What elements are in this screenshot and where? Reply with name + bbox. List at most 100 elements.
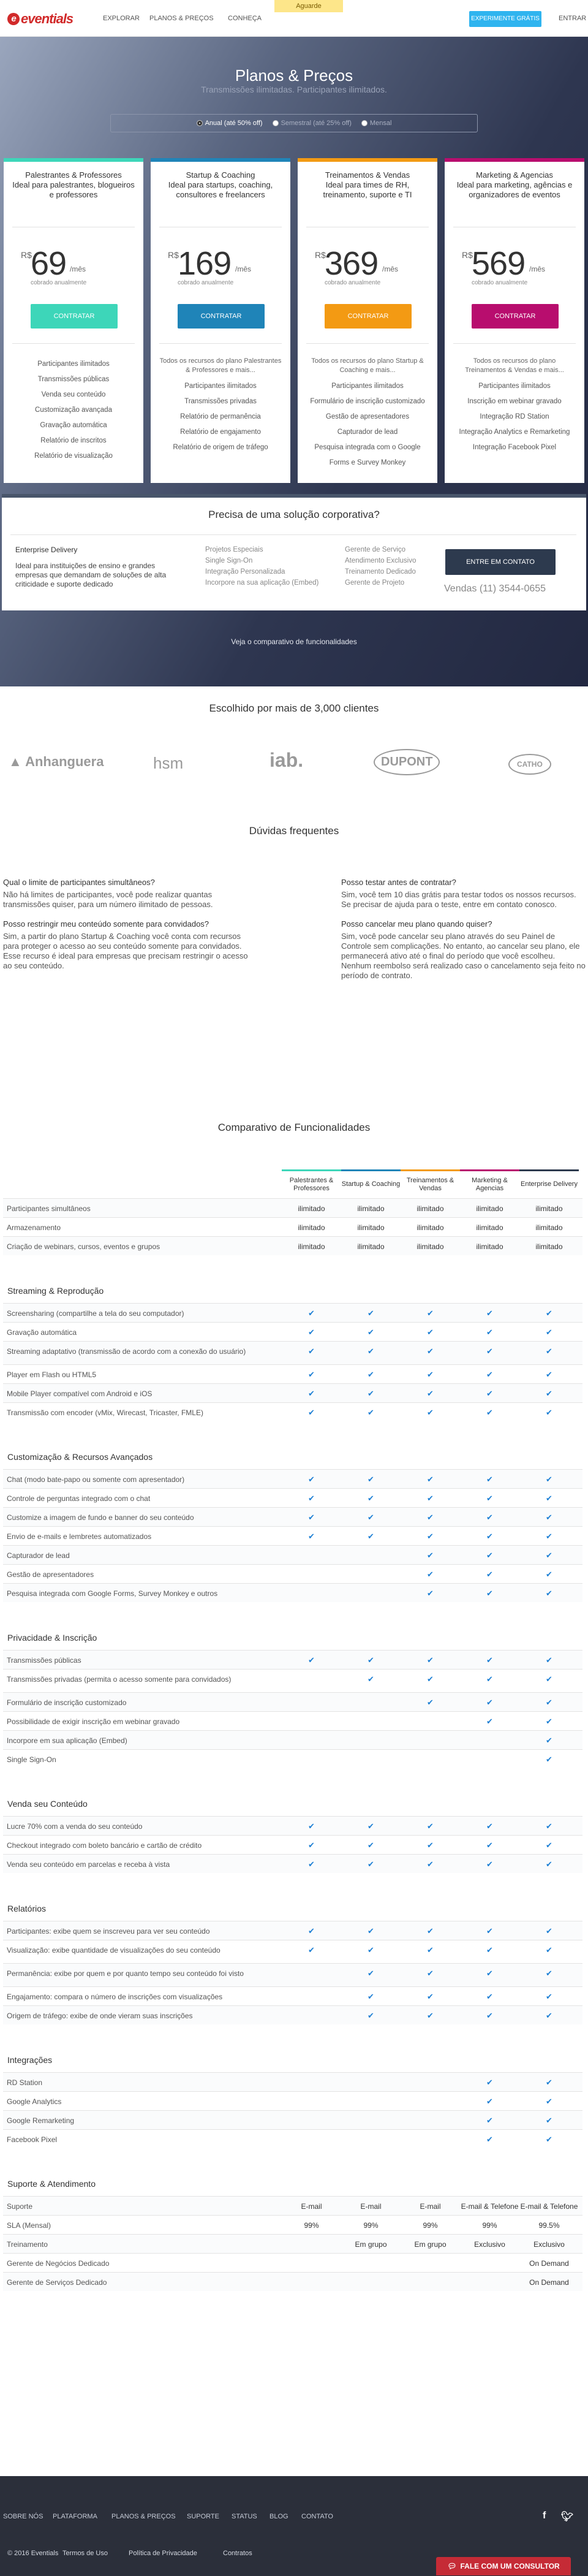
check-icon: ✔ [546,1370,552,1379]
feature-value [282,2130,341,2148]
facebook-icon[interactable]: f [543,2510,546,2521]
faq-question: Posso testar antes de contratar? [341,878,456,887]
hsm-logo: hsm [153,754,184,772]
contratar-button[interactable]: CONTRATAR [325,304,412,329]
check-icon: ✔ [546,1328,552,1337]
check-icon: ✔ [486,1370,493,1379]
feature-value [460,1731,519,1749]
check-icon: ✔ [368,1969,374,1978]
feature-value [341,2111,401,2129]
feature-label: Origem de tráfego: exibe de onde vieram … [7,2012,193,2020]
check-icon: ✔ [546,2078,552,2087]
plan-feature: Gravação automática [40,422,107,429]
check-icon: ✔ [308,1841,315,1850]
check-icon: ✔ [308,1370,315,1379]
check-icon: ✔ [486,1822,493,1831]
billing-semiannual-option[interactable]: Semestral (até 25% off) [272,120,352,127]
check-icon: ✔ [427,1589,434,1598]
check-icon: ✔ [427,1674,434,1684]
comparison-row: Incorpore em sua aplicação (Embed) ✔ [3,1730,582,1749]
check-icon: ✔ [368,1513,374,1522]
plan-period: /mês [529,265,546,273]
check-icon: ✔ [427,1841,434,1850]
footer-link-planos[interactable]: PLANOS & PREÇOS [111,2513,176,2520]
contact-button[interactable]: ENTRE EM CONTATO [445,549,556,575]
check-icon: ✔ [546,2097,552,2106]
twitter-icon[interactable]: 🐦︎ [561,2510,573,2523]
divider [453,343,576,344]
compare-features-link[interactable]: Veja o comparativo de funcionalidades [0,637,588,646]
footer-link-sobre[interactable]: SOBRE NÓS [3,2513,43,2520]
check-icon: ✔ [486,1328,493,1337]
comparison-row: Screensharing (compartilhe a tela do seu… [3,1303,582,1322]
feature-value [401,2273,460,2291]
feature-label: Participantes simultâneos [7,1204,91,1213]
comparison-row: Treinamento Em grupo Em grupo Exclusivo Excl… [3,2234,582,2253]
nav-conheca[interactable]: CONHEÇA [228,15,262,22]
plan-price: 369 [325,245,379,282]
footer-link-plataforma[interactable]: PLATAFORMA [53,2513,97,2520]
feature-label: Player em Flash ou HTML5 [7,1370,97,1379]
check-icon: ✔ [486,2135,493,2144]
login-link[interactable]: ENTRAR [559,15,586,22]
comparison-row: Transmissões públicas ✔ ✔ ✔ ✔ ✔ [3,1650,582,1669]
feature-value [341,1565,401,1583]
feature-label: Customize a imagem de fundo e banner do … [7,1513,194,1522]
feature-value [401,2092,460,2110]
footer-link-suporte[interactable]: SUPORTE [187,2513,219,2520]
feature-value [401,2254,460,2272]
footer-link-status[interactable]: STATUS [232,2513,257,2520]
contratar-button[interactable]: CONTRATAR [472,304,559,329]
privacy-link[interactable]: Política de Privacidade [129,2550,197,2557]
feature-value [401,2073,460,2091]
free-trial-button[interactable]: EXPERIMENTE GRÁTIS [469,11,541,27]
eventials-logo[interactable]: e eventials [7,11,74,27]
nav-explorar[interactable]: EXPLORAR [103,15,140,22]
billing-annual-option[interactable]: Anual (até 50% off) [196,120,263,127]
comparison-row: Possibilidade de exigir inscrição em web… [3,1711,582,1730]
contracts-link[interactable]: Contratos [223,2550,252,2557]
check-icon: ✔ [546,1755,552,1764]
page-title: Planos & Preços [235,66,353,85]
nav-planos-precos[interactable]: PLANOS & PREÇOS [149,15,214,22]
plan-feature: Integração Analytics e Remarketing [459,428,570,436]
billing-period-selector: Anual (até 50% off) Semestral (até 25% o… [110,114,478,132]
check-icon: ✔ [486,2078,493,2087]
check-icon: ✔ [368,1926,374,1936]
footer-link-contato[interactable]: CONTATO [301,2513,333,2520]
feature-value [341,1712,401,1730]
plan-tagline: Ideal para palestrantes, blogueiros e pr… [12,180,135,199]
feature-label: Envio de e-mails e lembretes automatizad… [7,1532,152,1541]
feature-value [282,1546,341,1564]
footer-link-blog[interactable]: BLOG [270,2513,288,2520]
feature-label: Formulário de inscrição customizado [7,1698,127,1707]
feature-label: Controle de perguntas integrado com o ch… [7,1494,151,1503]
check-icon: ✔ [546,1860,552,1869]
check-icon: ✔ [368,2011,374,2020]
comparison-category-title: Relatórios [7,1904,47,1913]
check-icon: ✔ [427,1389,434,1398]
contratar-button[interactable]: CONTRATAR [178,304,265,329]
feature-label: Gravação automática [7,1328,77,1337]
check-icon: ✔ [486,1674,493,1684]
chat-consultant-button[interactable]: 💬︎ FALE COM UM CONSULTOR [436,2557,571,2575]
check-icon: ✔ [546,1717,552,1726]
terms-link[interactable]: Termos de Uso [62,2550,108,2557]
check-icon: ✔ [546,1992,552,2001]
check-icon: ✔ [546,1655,552,1665]
plan-features: Todos os recursos do plano Startup & Coa… [306,357,429,471]
feature-label: Transmissão com encoder (vMix, Wirecast,… [7,1408,203,1417]
feature-value: ilimitado [535,1223,563,1232]
feature-value [401,1712,460,1730]
check-icon: ✔ [546,2135,552,2144]
feature-value [282,2073,341,2091]
check-icon: ✔ [546,1532,552,1541]
plan-feature: Customização avançada [35,406,112,414]
feature-value [282,1987,341,2005]
check-icon: ✔ [368,1945,374,1955]
contratar-button[interactable]: CONTRATAR [31,304,118,329]
plan-card: Palestrantes & Professores Ideal para pal… [4,158,143,483]
billing-monthly-option[interactable]: Mensal [361,120,391,127]
comparison-column-header: Marketing & Agencias [460,1169,519,1198]
plan-price: 569 [472,245,526,282]
